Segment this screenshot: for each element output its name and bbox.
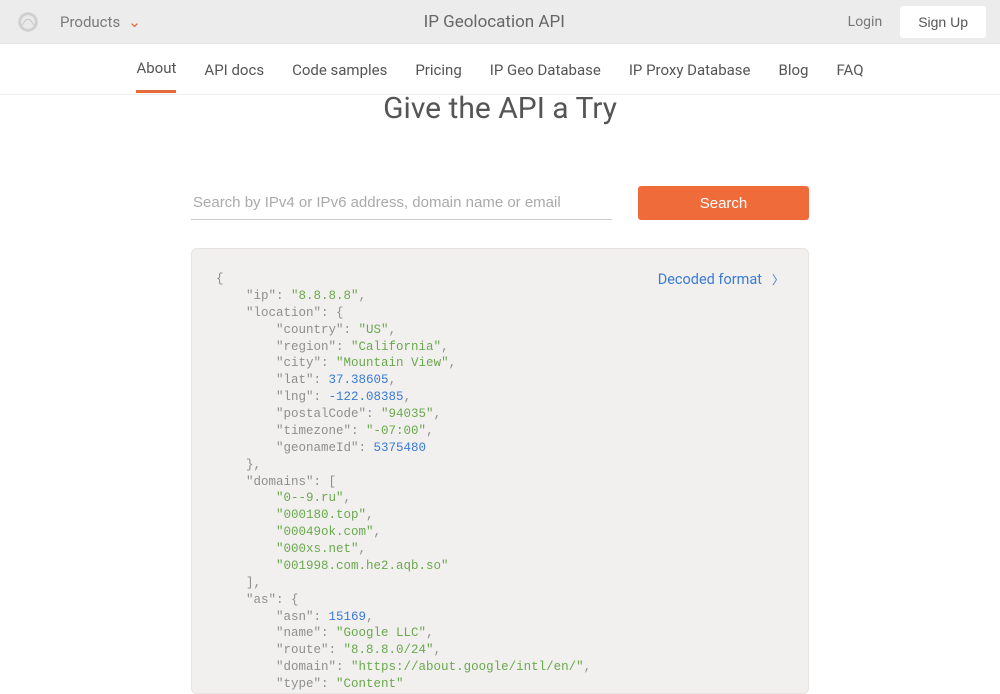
decoded-format-label: Decoded format [658,271,762,288]
decoded-format-link[interactable]: Decoded format 〉 [658,271,784,288]
logo-icon [14,8,42,36]
nav-item-blog[interactable]: Blog [778,47,808,92]
json-response: { "ip": "8.8.8.8", "location": { "countr… [216,271,784,693]
sub-nav: About API docs Code samples Pricing IP Geo D… [0,44,1000,95]
products-label: Products [60,13,120,31]
nav-item-code-samples[interactable]: Code samples [292,47,387,92]
signup-button[interactable]: Sign Up [900,6,986,38]
nav-item-api-docs[interactable]: API docs [204,47,264,92]
chevron-right-icon: 〉 [772,271,784,288]
nav-item-ip-geo-database[interactable]: IP Geo Database [490,47,601,92]
login-link[interactable]: Login [848,14,883,30]
search-input[interactable] [191,188,612,220]
nav-item-ip-proxy-database[interactable]: IP Proxy Database [629,47,751,92]
nav-item-pricing[interactable]: Pricing [415,47,461,92]
result-card: Decoded format 〉 { "ip": "8.8.8.8", "loc… [191,248,809,694]
nav-item-faq[interactable]: FAQ [836,47,863,92]
search-button[interactable]: Search [638,186,809,220]
hero-title: Give the API a Try [0,91,1000,126]
page-title: IP Geolocation API [141,12,848,32]
chevron-down-icon: ⌄ [128,13,141,31]
nav-item-about[interactable]: About [136,45,176,93]
products-dropdown[interactable]: Products ⌄ [60,13,141,31]
